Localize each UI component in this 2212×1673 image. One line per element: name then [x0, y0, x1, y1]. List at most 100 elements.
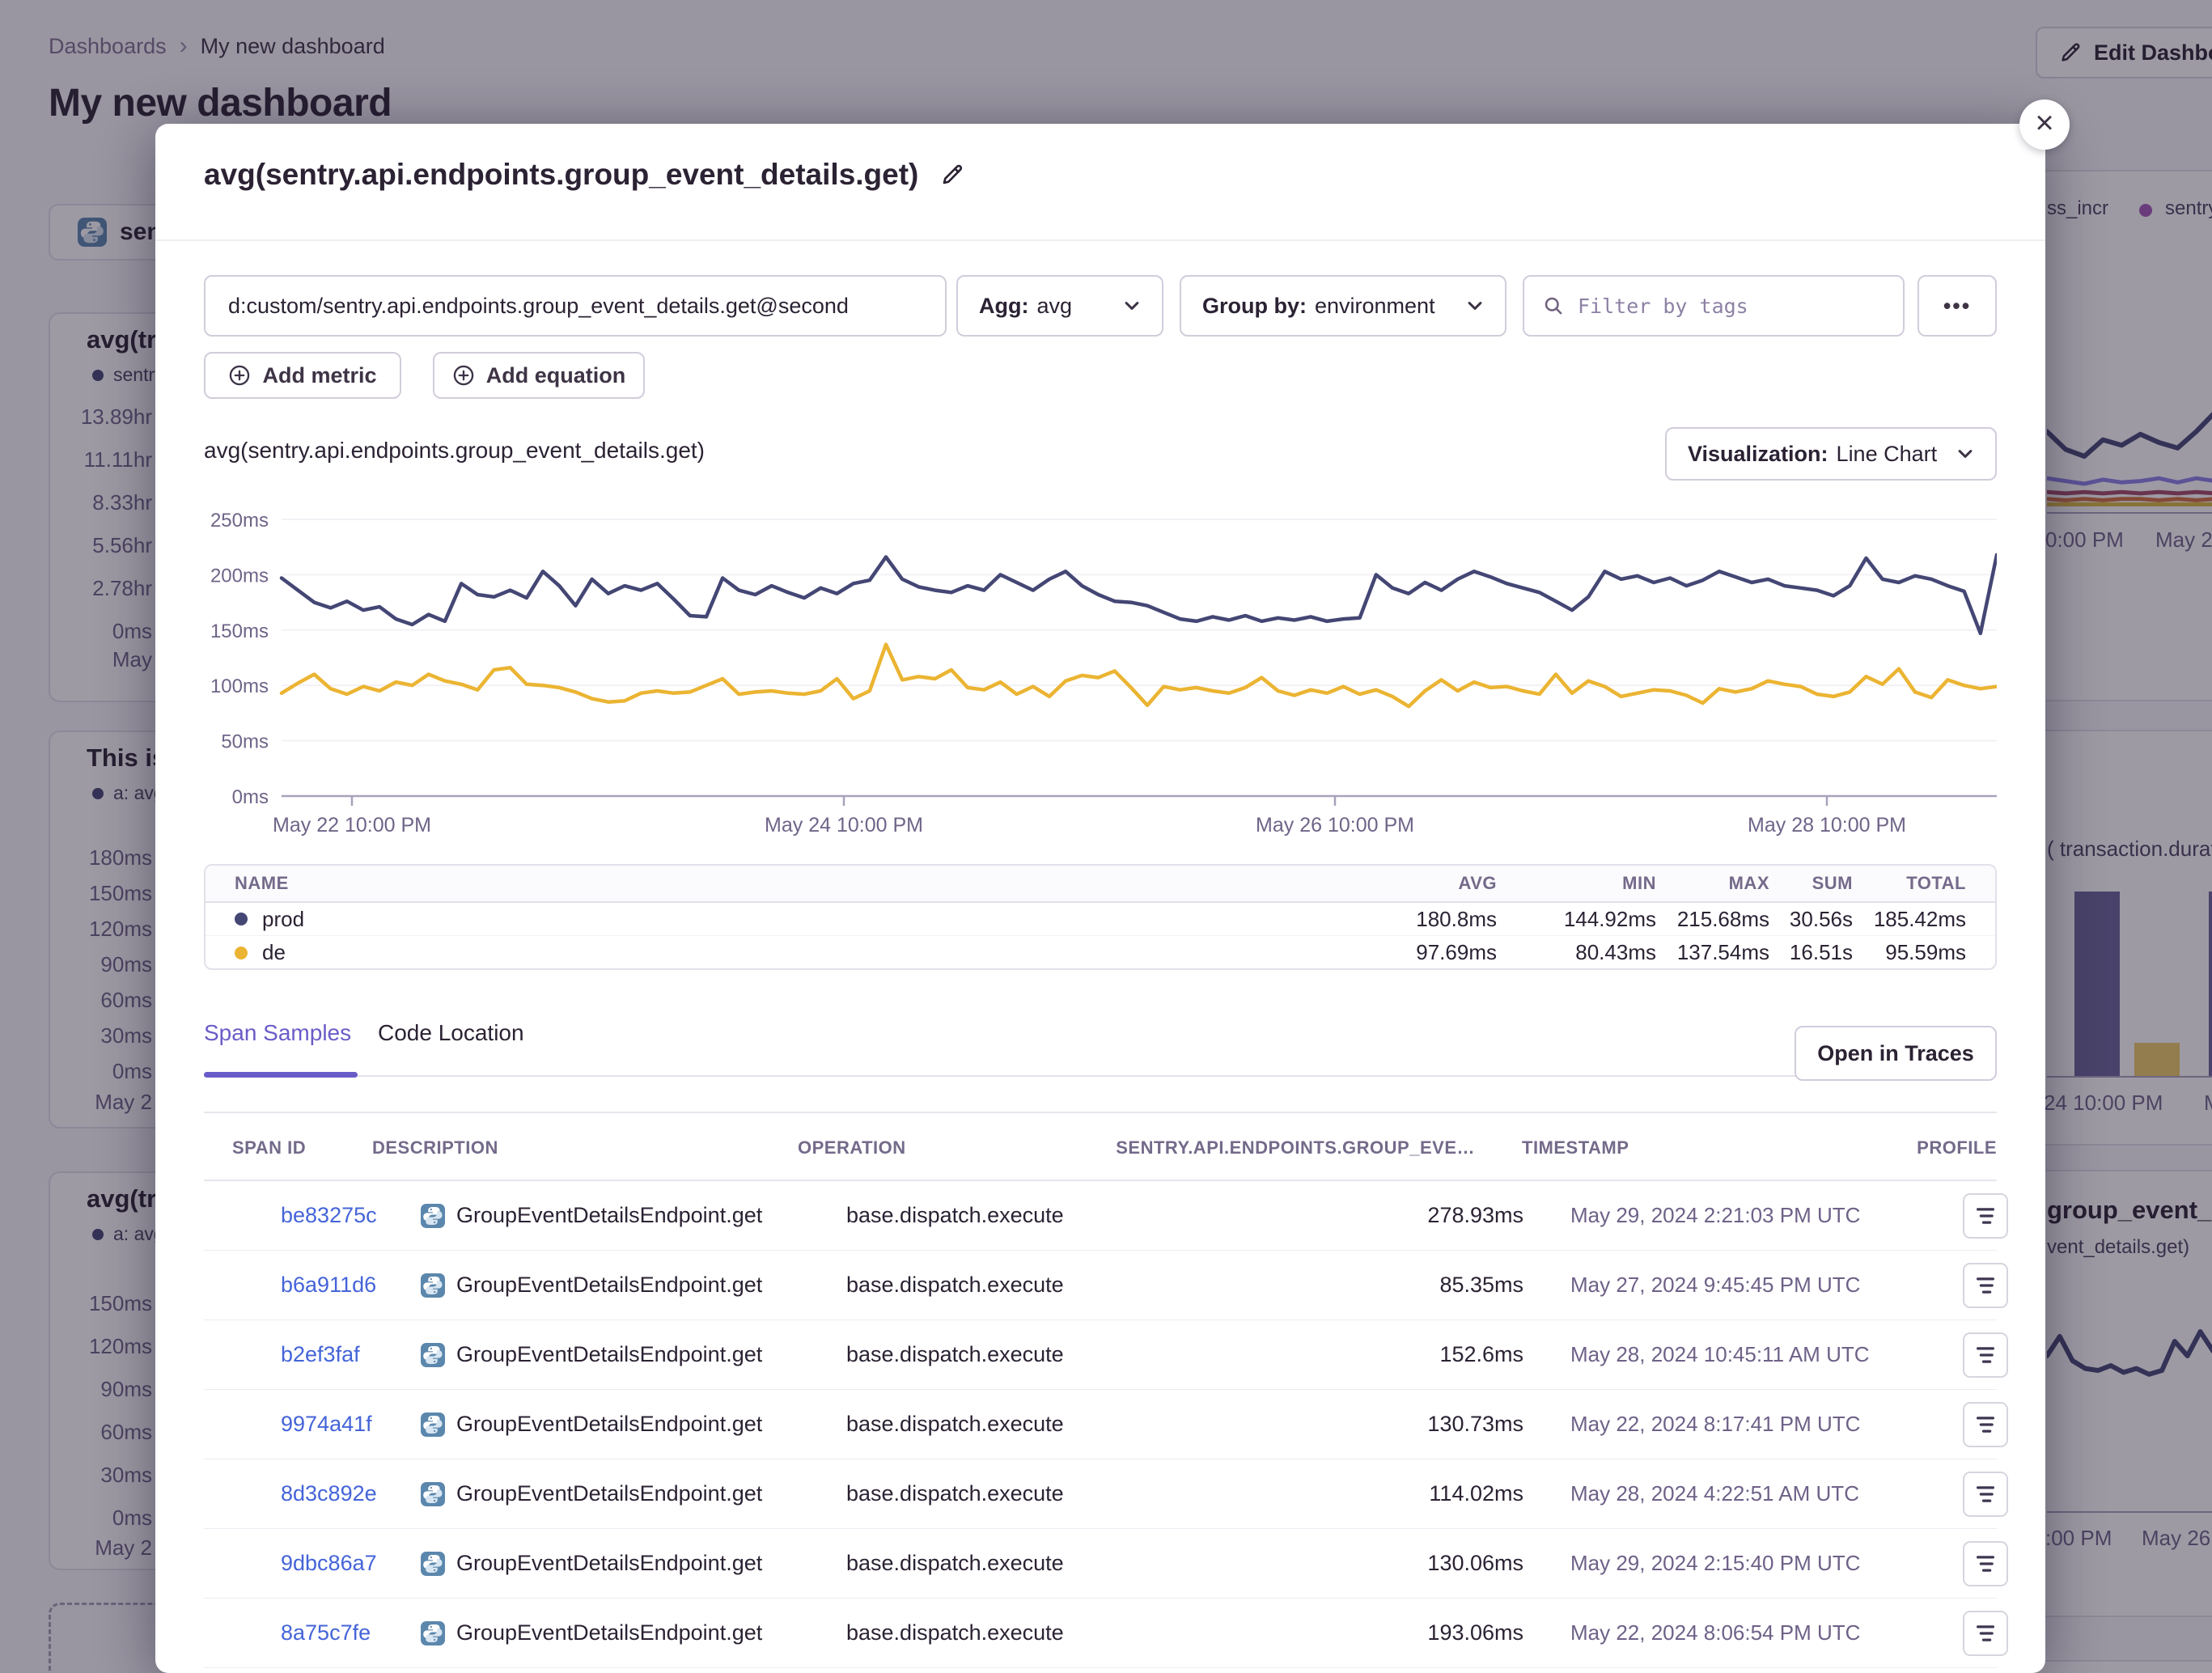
open-in-traces-button[interactable]: Open in Traces	[1795, 1026, 1997, 1081]
profile-icon	[1973, 1552, 1998, 1576]
timestamp-cell: May 29, 2024 2:21:03 PM UTC	[1570, 1181, 1860, 1250]
header-span-id: SPAN ID	[232, 1137, 306, 1158]
profile-icon	[1973, 1482, 1998, 1506]
profile-button[interactable]	[1963, 1263, 2008, 1308]
description-cell: GroupEventDetailsEndpoint.get	[421, 1459, 762, 1528]
edit-title-pencil-icon[interactable]	[939, 162, 965, 188]
svg-text:150ms: 150ms	[210, 620, 269, 642]
profile-icon	[1973, 1343, 1998, 1367]
header-description: DESCRIPTION	[372, 1137, 498, 1158]
sample-row: b2ef3faf GroupEventDetailsEndpoint.get b…	[204, 1320, 1997, 1390]
svg-text:May 24 10:00 PM: May 24 10:00 PM	[765, 814, 923, 836]
agg-dropdown[interactable]: Agg:avg	[956, 275, 1163, 337]
svg-text:May 28 10:00 PM: May 28 10:00 PM	[1748, 814, 1906, 836]
summary-header-min: MIN	[1497, 873, 1656, 894]
python-icon	[421, 1273, 445, 1298]
modal-title: avg(sentry.api.endpoints.group_event_det…	[204, 158, 965, 192]
svg-text:0ms: 0ms	[232, 786, 269, 808]
timestamp-cell: May 28, 2024 4:22:51 AM UTC	[1570, 1459, 1859, 1528]
close-icon: ×	[2035, 107, 2053, 139]
metric-details-modal: avg(sentry.api.endpoints.group_event_det…	[155, 124, 2045, 1673]
filter-placeholder: Filter by tags	[1578, 294, 1748, 318]
profile-button[interactable]	[1963, 1402, 2008, 1447]
header-timestamp: TIMESTAMP	[1522, 1137, 1629, 1158]
add-metric-button[interactable]: Add metric	[204, 352, 401, 399]
span-id-link[interactable]: be83275c	[281, 1181, 377, 1250]
profile-button[interactable]	[1963, 1193, 2008, 1239]
metric-line-chart: 0ms 50ms 100ms 150ms 200ms 250ms May 22 10:00 …	[204, 502, 1997, 841]
span-id-link[interactable]: 8a75c7fe	[281, 1599, 371, 1667]
description-cell: GroupEventDetailsEndpoint.get	[421, 1181, 762, 1250]
search-icon	[1542, 294, 1565, 317]
summary-header-total: TOTAL	[1853, 873, 1966, 894]
duration-cell: 130.73ms	[1281, 1390, 1523, 1459]
chevron-down-icon	[1466, 297, 1484, 315]
close-modal-button[interactable]: ×	[2019, 100, 2070, 150]
chart-title: avg(sentry.api.endpoints.group_event_det…	[204, 438, 705, 464]
svg-text:250ms: 250ms	[210, 510, 269, 532]
samples-table-header: SPAN ID DESCRIPTION OPERATION SENTRY.API…	[204, 1113, 1997, 1181]
sample-row: b6a911d6 GroupEventDetailsEndpoint.get b…	[204, 1251, 1997, 1320]
active-tab-indicator	[204, 1072, 358, 1078]
span-id-link[interactable]: 8d3c892e	[281, 1459, 377, 1528]
add-equation-button[interactable]: Add equation	[433, 352, 645, 399]
tab-span-samples[interactable]: Span Samples	[204, 1020, 351, 1046]
profile-icon	[1973, 1273, 1998, 1298]
span-id-link[interactable]: b2ef3faf	[281, 1320, 360, 1389]
python-icon	[421, 1482, 445, 1506]
duration-cell: 130.06ms	[1281, 1529, 1523, 1598]
svg-text:200ms: 200ms	[210, 565, 269, 587]
svg-text:May 22 10:00 PM: May 22 10:00 PM	[273, 814, 431, 836]
tab-code-location[interactable]: Code Location	[378, 1020, 524, 1046]
description-cell: GroupEventDetailsEndpoint.get	[421, 1320, 762, 1389]
profile-button[interactable]	[1963, 1472, 2008, 1517]
series-summary-table: NAME AVG MIN MAX SUM TOTAL prod 180.8ms …	[204, 864, 1997, 970]
duration-cell: 114.02ms	[1281, 1459, 1523, 1528]
profile-button[interactable]	[1963, 1541, 2008, 1586]
timestamp-cell: May 29, 2024 2:15:40 PM UTC	[1570, 1529, 1860, 1598]
svg-text:50ms: 50ms	[221, 731, 269, 753]
summary-header-sum: SUM	[1769, 873, 1853, 894]
description-cell: GroupEventDetailsEndpoint.get	[421, 1529, 762, 1598]
svg-text:100ms: 100ms	[210, 676, 269, 697]
summary-row-de[interactable]: de 97.69ms 80.43ms 137.54ms 16.51s 95.59…	[206, 936, 1995, 969]
metric-query-input[interactable]: d:custom/sentry.api.endpoints.group_even…	[204, 275, 947, 337]
duration-cell: 193.06ms	[1281, 1599, 1523, 1667]
visualization-dropdown[interactable]: Visualization:Line Chart	[1665, 427, 1997, 481]
sample-row: be83275c GroupEventDetailsEndpoint.get b…	[204, 1181, 1997, 1251]
operation-cell: base.dispatch.execute	[846, 1320, 1064, 1389]
chevron-down-icon	[1123, 297, 1141, 315]
series-dot	[235, 947, 248, 959]
operation-cell: base.dispatch.execute	[846, 1251, 1064, 1319]
span-id-link[interactable]: b6a911d6	[281, 1251, 376, 1319]
python-icon	[421, 1552, 445, 1576]
operation-cell: base.dispatch.execute	[846, 1599, 1064, 1667]
sample-row: 9dbc86a7 GroupEventDetailsEndpoint.get b…	[204, 1529, 1997, 1599]
series-dot	[235, 913, 248, 925]
profile-button[interactable]	[1963, 1332, 2008, 1378]
header-metric-value: SENTRY.API.ENDPOINTS.GROUP_EVE…	[1045, 1137, 1475, 1158]
group-by-dropdown[interactable]: Group by:environment	[1180, 275, 1506, 337]
profile-button[interactable]	[1963, 1611, 2008, 1656]
description-cell: GroupEventDetailsEndpoint.get	[421, 1599, 762, 1667]
timestamp-cell: May 22, 2024 8:17:41 PM UTC	[1570, 1390, 1860, 1459]
sample-row: 8d3c892e GroupEventDetailsEndpoint.get b…	[204, 1459, 1997, 1529]
summary-header-avg: AVG	[1375, 873, 1497, 894]
operation-cell: base.dispatch.execute	[846, 1459, 1064, 1528]
summary-header-name: NAME	[206, 873, 1375, 894]
duration-cell: 85.35ms	[1281, 1251, 1523, 1319]
profile-icon	[1973, 1621, 1998, 1645]
span-id-link[interactable]: 9dbc86a7	[281, 1529, 377, 1598]
summary-row-prod[interactable]: prod 180.8ms 144.92ms 215.68ms 30.56s 18…	[206, 903, 1995, 936]
sample-row: 8a75c7fe GroupEventDetailsEndpoint.get b…	[204, 1599, 1997, 1668]
duration-cell: 278.93ms	[1281, 1181, 1523, 1250]
filter-tags-input[interactable]: Filter by tags	[1523, 275, 1905, 337]
operation-cell: base.dispatch.execute	[846, 1181, 1064, 1250]
timestamp-cell: May 22, 2024 8:06:54 PM UTC	[1570, 1599, 1860, 1667]
span-id-link[interactable]: 9974a41f	[281, 1390, 372, 1459]
duration-cell: 152.6ms	[1281, 1320, 1523, 1389]
more-options-button[interactable]: •••	[1917, 275, 1997, 337]
python-icon	[421, 1413, 445, 1437]
plus-circle-icon	[452, 364, 475, 387]
operation-cell: base.dispatch.execute	[846, 1529, 1064, 1598]
